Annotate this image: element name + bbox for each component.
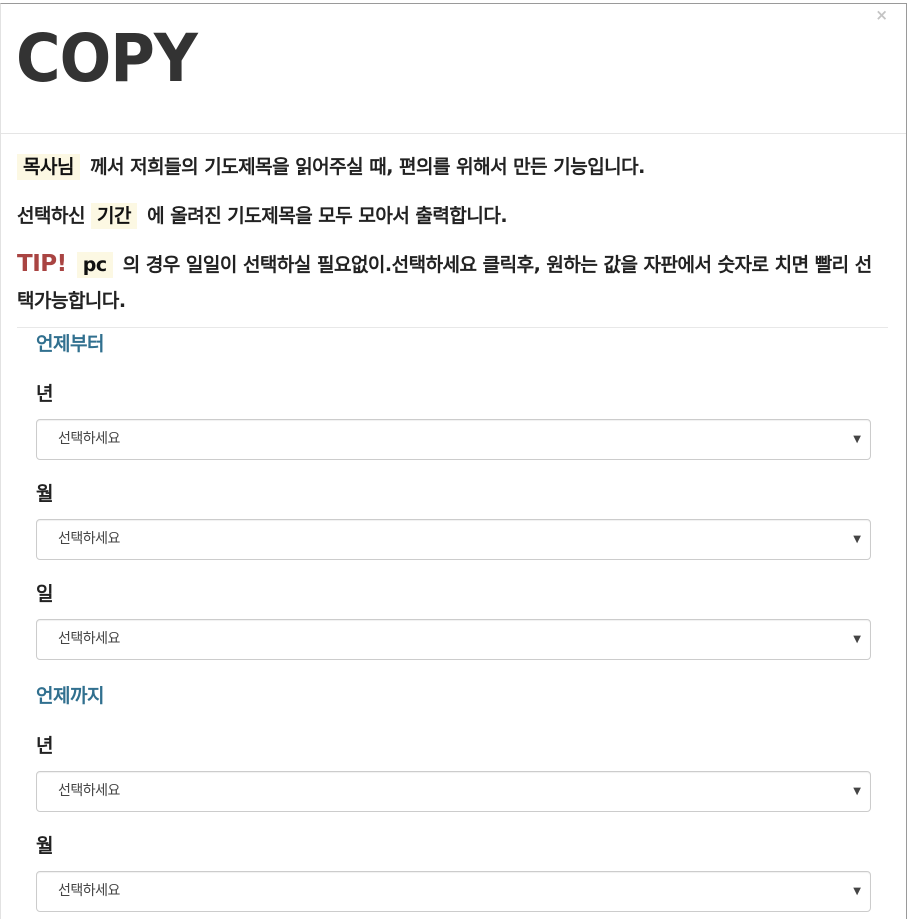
intro-line-1-text: 께서 저희들의 기도제목을 읽어주실 때, 편의를 위해서 만든 기능입니다. bbox=[90, 156, 645, 178]
from-year-label: 년 bbox=[36, 383, 54, 405]
chevron-down-icon: ▼ bbox=[853, 634, 861, 645]
from-day-label: 일 bbox=[36, 583, 54, 605]
modal-body: 목사님 께서 저희들의 기도제목을 읽어주실 때, 편의를 위해서 만든 기능입… bbox=[1, 134, 906, 912]
to-month-value: 선택하세요 bbox=[58, 883, 120, 899]
tip-label: TIP! bbox=[17, 251, 67, 277]
from-year-value: 선택하세요 bbox=[58, 431, 120, 447]
intro-line-2-text: 에 올려진 기도제목을 모두 모아서 출력합니다. bbox=[147, 205, 508, 227]
from-month-select[interactable]: 선택하세요 ▼ bbox=[36, 519, 871, 560]
highlight-pc: pc bbox=[76, 252, 113, 278]
close-icon[interactable]: × bbox=[875, 6, 888, 24]
to-year-label: 년 bbox=[36, 735, 54, 757]
from-year-select[interactable]: 선택하세요 ▼ bbox=[36, 419, 871, 460]
from-month-value: 선택하세요 bbox=[58, 531, 120, 547]
from-month-label: 월 bbox=[36, 483, 54, 505]
highlight-period: 기간 bbox=[91, 203, 138, 229]
modal-title: COPY bbox=[16, 20, 198, 97]
chevron-down-icon: ▼ bbox=[853, 886, 861, 897]
to-year-value: 선택하세요 bbox=[58, 783, 120, 799]
intro-line-2-before: 선택하신 bbox=[17, 205, 85, 227]
to-month-select[interactable]: 선택하세요 ▼ bbox=[36, 871, 871, 912]
intro-line-1: 목사님 께서 저희들의 기도제목을 읽어주실 때, 편의를 위해서 만든 기능입… bbox=[17, 134, 888, 184]
from-day-value: 선택하세요 bbox=[58, 631, 120, 647]
from-section-title: 언제부터 bbox=[36, 333, 104, 355]
copy-modal: COPY × 목사님 께서 저희들의 기도제목을 읽어주실 때, 편의를 위해서… bbox=[0, 3, 907, 919]
intro-line-3-text: 의 경우 일일이 선택하실 필요없이.선택하세요 클릭후, 원하는 값을 자판에… bbox=[17, 254, 872, 312]
highlight-pastor: 목사님 bbox=[17, 154, 80, 180]
chevron-down-icon: ▼ bbox=[853, 534, 861, 545]
modal-header: COPY × bbox=[1, 4, 906, 134]
intro-line-2: 선택하신 기간 에 올려진 기도제목을 모두 모아서 출력합니다. bbox=[17, 184, 888, 234]
intro-text: 목사님 께서 저희들의 기도제목을 읽어주실 때, 편의를 위해서 만든 기능입… bbox=[17, 134, 888, 328]
from-day-select[interactable]: 선택하세요 ▼ bbox=[36, 619, 871, 660]
date-range-form: 언제부터 년 선택하세요 ▼ 월 선택하세요 ▼ 일 선택하세요 ▼ 언제까지 … bbox=[17, 328, 890, 912]
intro-line-3: TIP! pc 의 경우 일일이 선택하실 필요없이.선택하세요 클릭후, 원하… bbox=[17, 234, 888, 327]
to-section-title: 언제까지 bbox=[36, 685, 104, 707]
to-year-select[interactable]: 선택하세요 ▼ bbox=[36, 771, 871, 812]
chevron-down-icon: ▼ bbox=[853, 434, 861, 445]
chevron-down-icon: ▼ bbox=[853, 786, 861, 797]
to-month-label: 월 bbox=[36, 835, 54, 857]
